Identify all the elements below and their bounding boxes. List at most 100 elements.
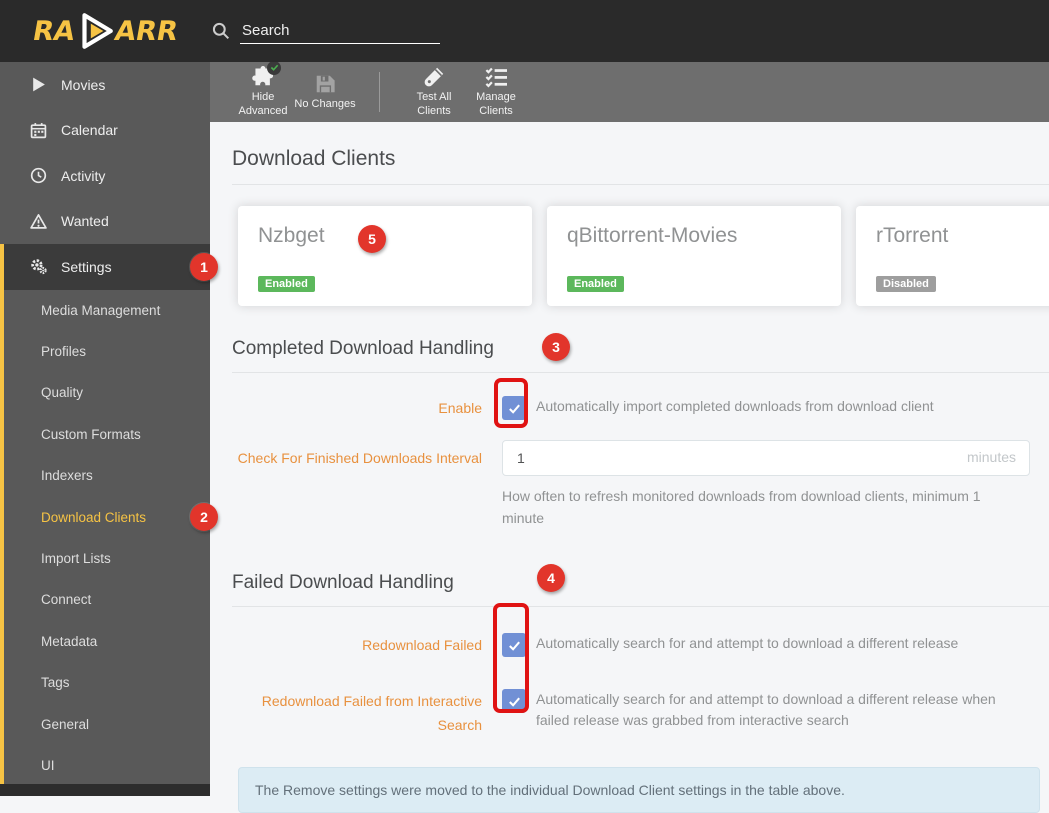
interval-help-text: How often to refresh monitored downloads… (502, 488, 981, 526)
remove-settings-notice: The Remove settings were moved to the in… (238, 767, 1040, 813)
sidebar-subitem-media-management[interactable]: Media Management (4, 290, 210, 331)
no-changes-button[interactable]: No Changes (294, 73, 356, 112)
sidebar-subitem-label: Tags (41, 675, 70, 691)
sidebar-item-label: Activity (61, 167, 106, 184)
annotation-number: 1 (200, 259, 208, 275)
calendar-icon (30, 122, 47, 139)
interval-control: minutes How often to refresh monitored d… (502, 440, 1030, 529)
sidebar-subitem-label: Download Clients (41, 509, 147, 525)
settings-group: Settings Media Management Profiles Quali… (0, 244, 210, 787)
sidebar-item-movies[interactable]: Movies (0, 62, 210, 108)
redownload-interactive-label: Redownload Failed from Interactive Searc… (261, 693, 482, 733)
puzzle-icon (252, 60, 281, 88)
client-card-qbittorrent[interactable]: qBittorrent-Movies Enabled (547, 206, 841, 306)
sidebar-subitem-label: Metadata (41, 633, 98, 649)
logo-text-right: ARR (111, 15, 180, 47)
toolbar-button-label: Hide Advanced (238, 90, 288, 117)
sidebar-subitem-tags[interactable]: Tags (4, 662, 210, 703)
checklist-icon (485, 66, 507, 88)
logo-text-left: RA (30, 15, 78, 47)
section-title: Failed Download Handling (232, 572, 454, 593)
redownload-failed-label: Redownload Failed (362, 637, 482, 653)
sidebar-item-label: Settings (61, 258, 112, 275)
play-icon (30, 76, 47, 93)
enable-label: Enable (438, 400, 482, 416)
test-all-clients-button[interactable]: Test All Clients (403, 66, 465, 119)
completed-download-handling-header: Completed Download Handling (232, 338, 1049, 373)
sidebar-subitem-general[interactable]: General (4, 703, 210, 744)
sidebar-item-wanted[interactable]: Wanted (0, 199, 210, 245)
client-name: rTorrent (876, 224, 949, 247)
sidebar-item-activity[interactable]: Activity (0, 153, 210, 199)
search-input[interactable] (240, 18, 440, 44)
client-cards-row: Nzbget Enabled qBittorrent-Movies Enable… (238, 206, 1049, 306)
test-tube-icon (423, 66, 445, 88)
sidebar-subitem-label: Indexers (41, 468, 93, 484)
redownload-failed-help-text: Automatically search for and attempt to … (536, 635, 959, 651)
sidebar-subitem-indexers[interactable]: Indexers (4, 455, 210, 496)
settings-toolbar: Hide Advanced No Changes Test All Client… (210, 60, 1049, 122)
search-bar (212, 18, 440, 44)
toolbar-button-label: No Changes (294, 97, 356, 110)
enable-help-text: Automatically import completed downloads… (536, 398, 934, 414)
gears-icon (30, 258, 47, 275)
play-logo-icon (81, 13, 113, 49)
page-title: Download Clients (232, 147, 396, 170)
sidebar-subitem-ui[interactable]: UI (4, 745, 210, 786)
sidebar-item-settings[interactable]: Settings (4, 244, 210, 290)
sidebar-subitem-label: Quality (41, 385, 84, 401)
main-content: Download Clients Nzbget Enabled qBittorr… (210, 122, 1049, 813)
manage-clients-button[interactable]: Manage Clients (465, 66, 527, 119)
interval-label: Check For Finished Downloads Interval (237, 450, 482, 466)
toolbar-button-label: Test All Clients (416, 90, 452, 117)
warning-triangle-icon (30, 213, 47, 230)
clock-icon (30, 167, 47, 184)
status-badge: Enabled (258, 276, 315, 292)
toolbar-button-label: Manage Clients (476, 90, 516, 117)
sidebar-subitem-label: UI (41, 757, 55, 773)
enable-row: Enable Automatically import completed do… (232, 396, 1049, 420)
radarr-logo[interactable]: RA ARR (0, 10, 210, 52)
annotation-number: 5 (368, 231, 376, 247)
search-icon (212, 22, 230, 40)
save-icon (314, 73, 336, 95)
sidebar-subitem-quality[interactable]: Quality (4, 372, 210, 413)
redownload-interactive-help-text: Automatically search for and attempt to … (536, 691, 996, 728)
client-card-rtorrent[interactable]: rTorrent Disabled (856, 206, 1049, 306)
sidebar-subitem-label: Connect (41, 592, 92, 608)
interval-input[interactable] (502, 440, 1030, 476)
sidebar-subitem-download-clients[interactable]: Download Clients (4, 496, 210, 537)
annotation-circle-2: 2 (190, 503, 218, 531)
sidebar-subitem-import-lists[interactable]: Import Lists (4, 538, 210, 579)
redownload-interactive-row: Redownload Failed from Interactive Searc… (232, 689, 1049, 737)
annotation-circle-1: 1 (190, 253, 218, 281)
annotation-number: 4 (547, 570, 555, 586)
sidebar-subitem-connect[interactable]: Connect (4, 579, 210, 620)
toolbar-divider (379, 72, 380, 112)
client-card-nzbget[interactable]: Nzbget Enabled (238, 206, 532, 306)
annotation-number: 2 (200, 509, 208, 525)
annotation-rect-enable-checkbox (494, 378, 528, 428)
sidebar-subitem-label: Import Lists (41, 551, 111, 567)
annotation-circle-3: 3 (542, 333, 570, 361)
sidebar-subitem-metadata[interactable]: Metadata (4, 621, 210, 662)
sidebar-subitem-profiles[interactable]: Profiles (4, 331, 210, 372)
sidebar-item-calendar[interactable]: Calendar (0, 108, 210, 154)
sidebar-subitem-label: Media Management (41, 302, 161, 318)
hide-advanced-button[interactable]: Hide Advanced (232, 60, 294, 119)
sidebar-item-label: Wanted (61, 213, 109, 230)
status-badge: Enabled (567, 276, 624, 292)
sidebar-bottom-strip (0, 784, 210, 796)
status-badge: Disabled (876, 276, 936, 292)
annotation-rect-failed-checkboxes (493, 603, 529, 713)
sidebar-subitem-label: General (41, 716, 90, 732)
sidebar-item-label: Calendar (61, 122, 118, 139)
section-title: Completed Download Handling (232, 338, 494, 359)
sidebar-subitem-custom-formats[interactable]: Custom Formats (4, 414, 210, 455)
sidebar-subitem-label: Custom Formats (41, 426, 141, 442)
redownload-failed-row: Redownload Failed Automatically search f… (232, 633, 1049, 657)
sidebar-subitem-label: Profiles (41, 344, 87, 360)
annotation-circle-4: 4 (537, 564, 565, 592)
interval-unit: minutes (966, 449, 1016, 465)
page-header: Download Clients (232, 147, 1049, 185)
